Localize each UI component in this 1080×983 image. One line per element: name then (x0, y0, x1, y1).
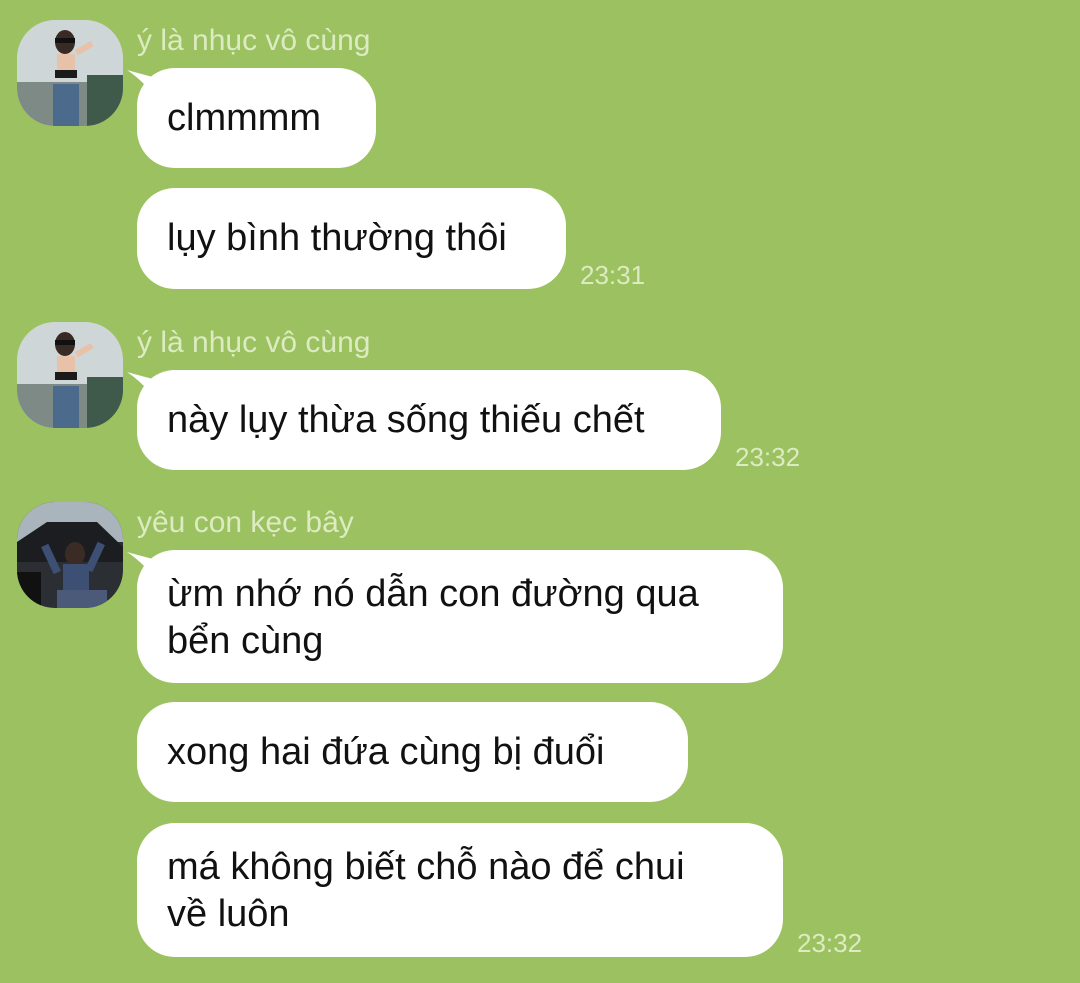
message-text: lụy bình thường thôi (167, 217, 507, 259)
message-text: clmmmm (167, 96, 322, 139)
message-text: ừm nhớ nó dẫn con đường qua bển cùng (167, 573, 699, 662)
avatar[interactable] (17, 20, 123, 126)
message-text: má không biết chỗ nào để chui về luôn (167, 846, 685, 935)
sender-name: yêu con kẹc bây (137, 506, 354, 539)
message-bubble[interactable]: má không biết chỗ nào để chui về luôn (137, 823, 783, 957)
message-text: xong hai đứa cùng bị đuổi (167, 730, 605, 773)
sender-name: ý là nhục vô cùng (137, 326, 371, 359)
message-timestamp: 23:32 (735, 442, 801, 472)
sender-name: ý là nhục vô cùng (137, 24, 371, 57)
message-bubble[interactable]: xong hai đứa cùng bị đuổi (137, 702, 688, 802)
message-timestamp: 23:31 (580, 260, 646, 290)
message-bubble[interactable]: lụy bình thường thôi (137, 188, 566, 289)
message-timestamp: 23:32 (797, 928, 863, 958)
message-text: này lụy thừa sống thiếu chết (167, 398, 645, 441)
message-bubble[interactable]: clmmmm (137, 68, 376, 168)
avatar-photo-car-icon (17, 502, 123, 608)
avatar[interactable] (17, 322, 123, 428)
avatar-photo-woman-icon (17, 20, 123, 126)
avatar-photo-woman-icon (17, 322, 123, 428)
chat-area: ý là nhục vô cùng clmmmm lụy bình thường… (0, 0, 1080, 983)
avatar[interactable] (17, 502, 123, 608)
message-bubble[interactable]: ừm nhớ nó dẫn con đường qua bển cùng (137, 550, 783, 683)
message-bubble[interactable]: này lụy thừa sống thiếu chết (137, 370, 721, 470)
